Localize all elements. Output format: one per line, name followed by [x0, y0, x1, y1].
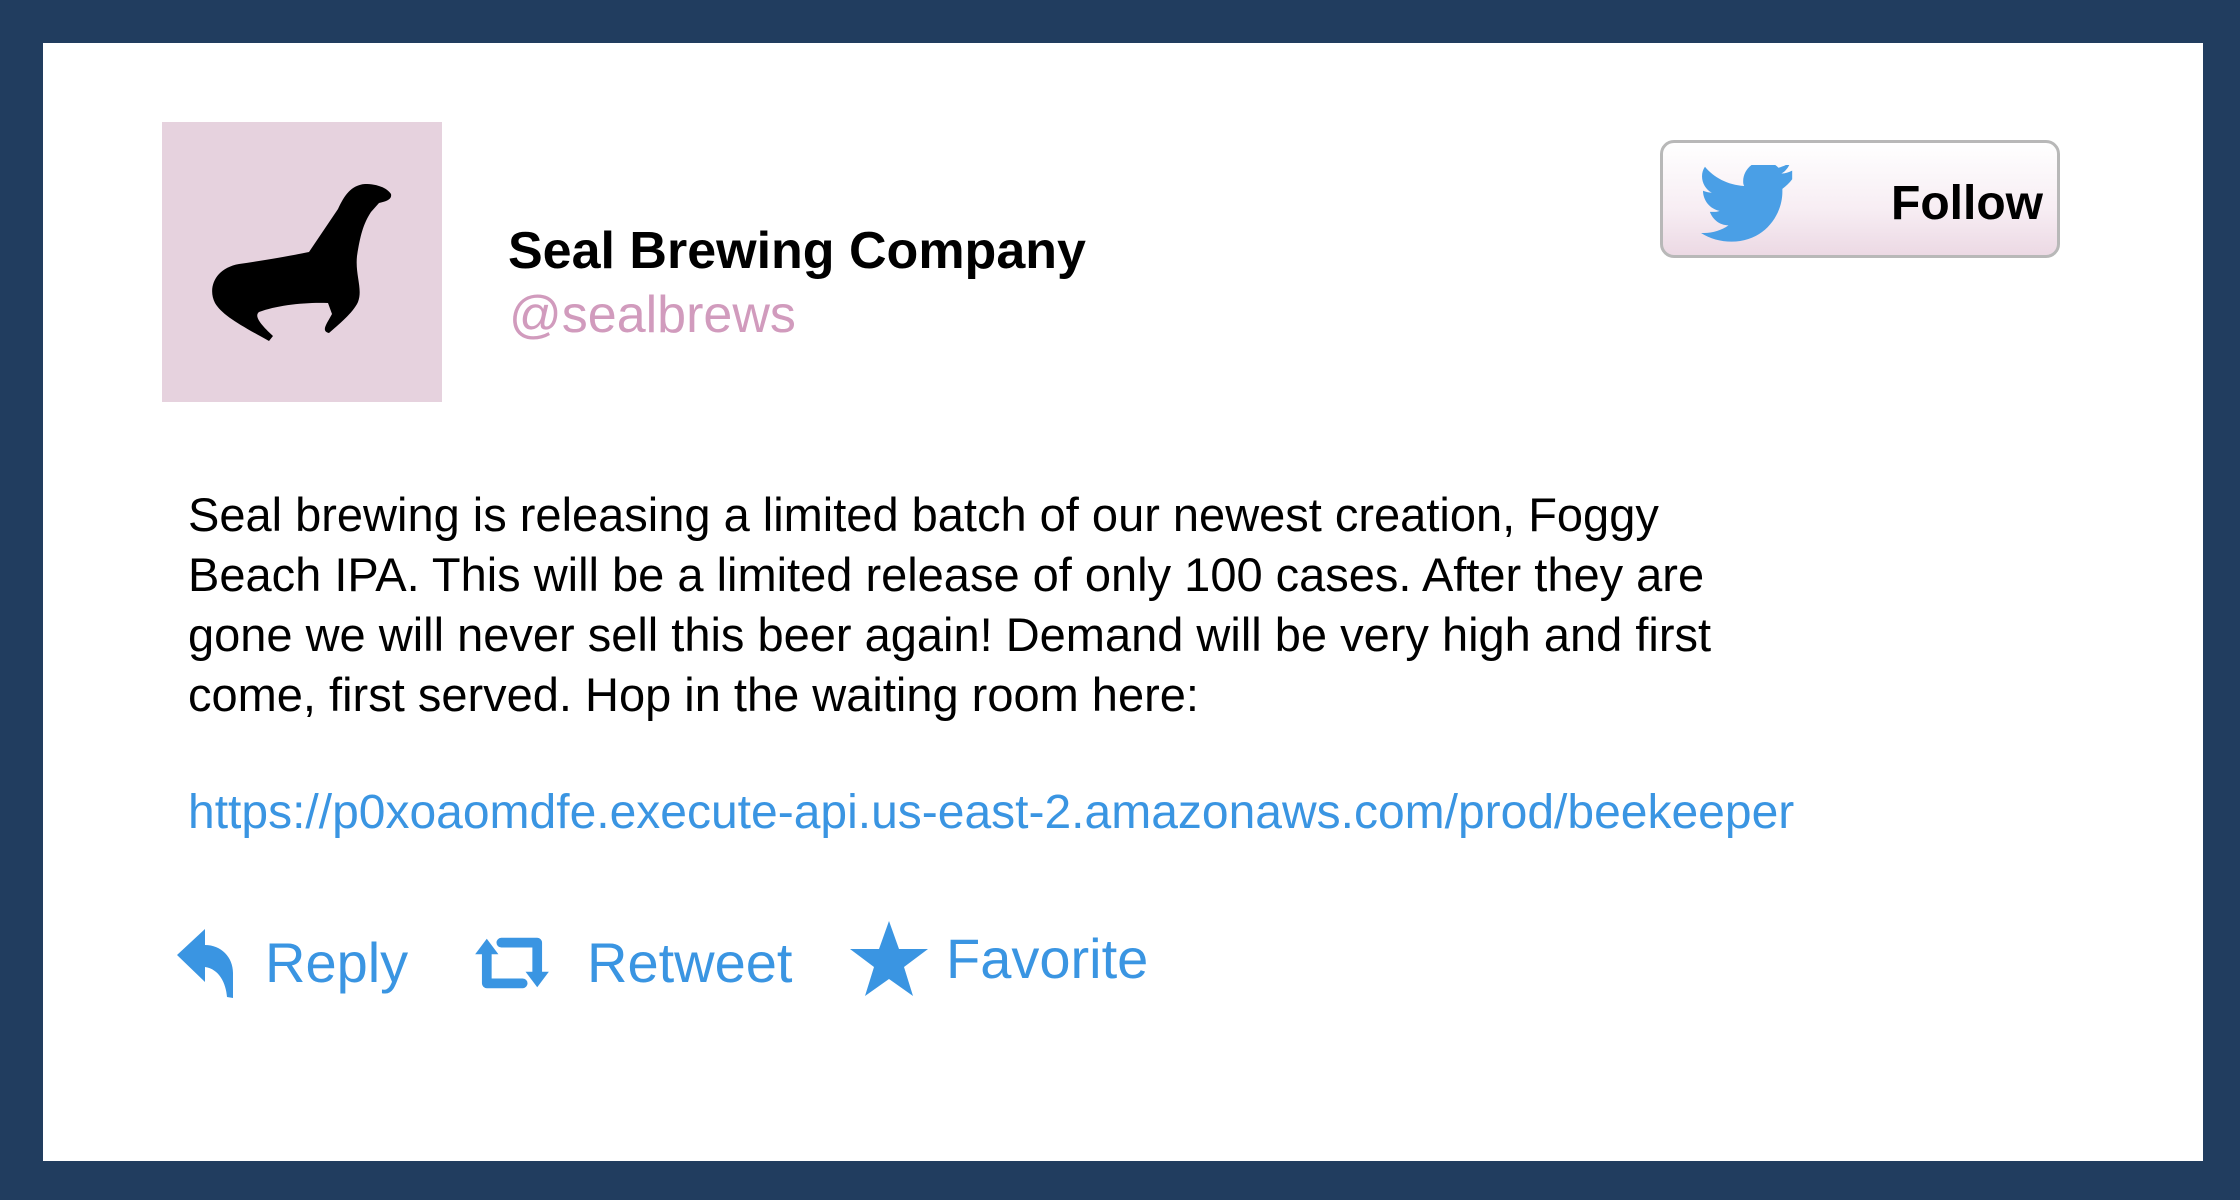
retweet-icon [475, 937, 549, 989]
display-name[interactable]: Seal Brewing Company [508, 221, 1086, 281]
retweet-label: Retweet [587, 931, 793, 994]
reply-label: Reply [265, 931, 409, 994]
tweet-text-line: gone we will never sell this beer again!… [188, 608, 1712, 661]
star-icon [850, 921, 928, 996]
avatar[interactable] [162, 122, 442, 402]
tweet-text-line: Beach IPA. This will be a limited releas… [188, 548, 1705, 601]
follow-button[interactable]: Follow [1660, 140, 2060, 258]
tweet-text-line: Seal brewing is releasing a limited batc… [188, 488, 1659, 541]
tweet-link[interactable]: https://p0xoaomdfe.execute-api.us-east-2… [188, 785, 1794, 840]
follow-label: Follow [1891, 177, 2043, 230]
favorite-label: Favorite [946, 927, 1149, 990]
handle[interactable]: @sealbrews [509, 285, 796, 345]
tweet-card: Seal Brewing Company @sealbrews Follow S… [43, 43, 2203, 1161]
reply-icon [177, 929, 233, 998]
tweet-text: Seal brewing is releasing a limited batc… [188, 485, 1988, 725]
reply-button[interactable]: Reply [175, 928, 460, 1018]
tweet-text-line: come, first served. Hop in the waiting r… [188, 668, 1199, 721]
retweet-button[interactable]: Retweet [472, 928, 842, 1018]
favorite-button[interactable]: Favorite [849, 919, 1209, 1019]
seal-icon [212, 184, 392, 341]
